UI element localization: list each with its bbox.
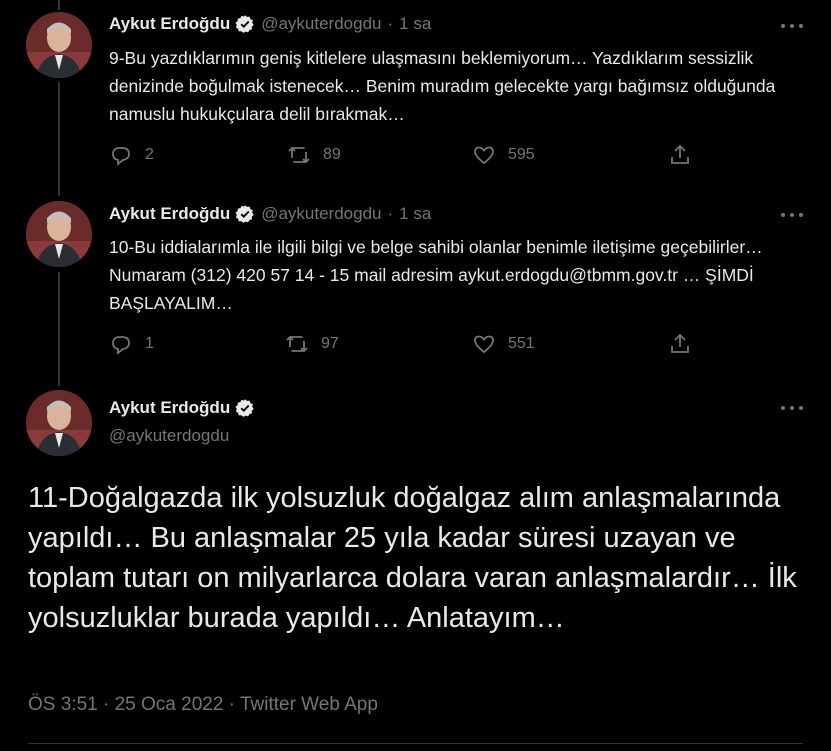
share-icon	[671, 144, 689, 164]
avatar[interactable]	[26, 12, 92, 78]
heart-icon	[474, 335, 494, 354]
author-handle[interactable]: @aykuterdogdu	[109, 426, 229, 446]
tweet-header: Aykut Erdoğdu @aykuterdogdu · 1 sa	[109, 14, 431, 34]
tweet-text: 9-Bu yazdıklarımın geniş kitlelere ulaşm…	[109, 48, 776, 124]
author-handle[interactable]: @aykuterdogdu	[261, 204, 381, 224]
author-name[interactable]: Aykut Erdoğdu	[109, 398, 230, 418]
thread-line	[58, 0, 60, 10]
tweet-text: 10-Bu iddialarımla ile ilgili bilgi ve b…	[109, 237, 763, 313]
retweet-button[interactable]: 97	[285, 332, 339, 356]
author-name[interactable]: Aykut Erdoğdu	[109, 204, 230, 224]
avatar-image	[26, 201, 92, 267]
verified-badge-icon	[235, 399, 254, 417]
share-button[interactable]	[668, 143, 704, 167]
tweet-actions: 2 89 595	[109, 143, 709, 169]
tweet-time[interactable]: 1 sa	[399, 204, 431, 224]
divider	[28, 743, 803, 744]
heart-icon	[474, 146, 494, 165]
share-button[interactable]	[668, 332, 704, 356]
separator-dot: ·	[387, 204, 394, 223]
thread-line	[58, 272, 60, 386]
main-tweet-text: 11-Doğalgazda ilk yolsuzluk doğalgaz alı…	[28, 482, 797, 634]
reply-button[interactable]: 2	[109, 143, 154, 167]
like-count: 551	[508, 335, 535, 352]
tweet-header: Aykut Erdoğdu @aykuterdogdu · 1 sa	[109, 204, 431, 224]
like-button[interactable]: 551	[472, 332, 535, 356]
more-options-icon[interactable]	[781, 398, 803, 418]
avatar[interactable]	[26, 201, 92, 267]
verified-badge-icon	[235, 15, 254, 33]
share-icon	[671, 333, 689, 353]
separator-dot: ·	[387, 14, 394, 33]
avatar-image	[26, 12, 92, 78]
tweet-actions: 1 97 551	[109, 332, 709, 358]
reply-icon	[112, 336, 130, 355]
reply-icon	[112, 147, 130, 166]
more-options-icon[interactable]	[781, 16, 803, 36]
main-tweet-handle-row: @aykuterdogdu	[109, 426, 229, 446]
retweet-icon	[286, 335, 308, 353]
retweet-icon	[288, 146, 310, 164]
reply-button[interactable]: 1	[109, 332, 154, 356]
more-options-icon[interactable]	[781, 205, 803, 225]
retweet-count: 89	[323, 146, 341, 163]
reply-count: 1	[145, 335, 154, 352]
tweet-time[interactable]: 1 sa	[399, 14, 431, 34]
retweet-count: 97	[321, 335, 339, 352]
reply-count: 2	[145, 146, 154, 163]
verified-badge-icon	[235, 205, 254, 223]
author-handle[interactable]: @aykuterdogdu	[261, 14, 381, 34]
like-button[interactable]: 595	[472, 143, 535, 167]
avatar-image	[26, 390, 92, 456]
retweet-button[interactable]: 89	[287, 143, 341, 167]
thread-line	[58, 82, 60, 196]
author-name[interactable]: Aykut Erdoğdu	[109, 14, 230, 34]
like-count: 595	[508, 146, 535, 163]
tweet-meta[interactable]: ÖS 3:51 · 25 Oca 2022 · Twitter Web App	[28, 694, 378, 716]
avatar[interactable]	[26, 390, 92, 456]
main-tweet-header: Aykut Erdoğdu	[109, 398, 261, 418]
